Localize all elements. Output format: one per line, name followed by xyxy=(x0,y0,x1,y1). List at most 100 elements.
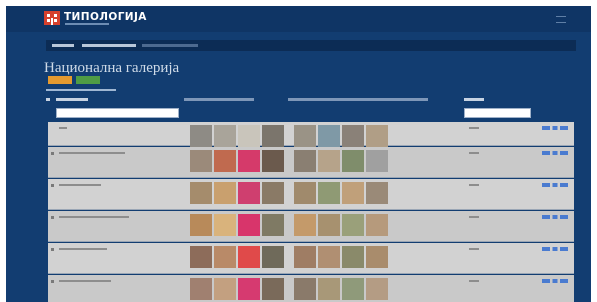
table-row[interactable] xyxy=(48,179,574,210)
building-photo-thumbnail[interactable] xyxy=(366,125,388,147)
building-photo-thumbnail[interactable] xyxy=(366,214,388,236)
building-photo-thumbnail[interactable] xyxy=(294,214,316,236)
row-number xyxy=(51,280,54,283)
building-photo-thumbnail[interactable] xyxy=(238,246,260,268)
building-photo-thumbnail[interactable] xyxy=(190,150,212,172)
building-photo-thumbnail[interactable] xyxy=(190,278,212,300)
building-photo-thumbnail[interactable] xyxy=(318,182,340,204)
building-photo-thumbnail[interactable] xyxy=(238,182,260,204)
building-photo-thumbnail[interactable] xyxy=(318,150,340,172)
building-photo-thumbnail[interactable] xyxy=(342,214,364,236)
row-action-icons[interactable] xyxy=(542,183,568,187)
building-photo-thumbnail[interactable] xyxy=(190,214,212,236)
building-photo-thumbnail[interactable] xyxy=(262,182,284,204)
row-name xyxy=(59,280,111,282)
row-number xyxy=(51,184,54,187)
building-photo-thumbnail[interactable] xyxy=(342,150,364,172)
building-photo-thumbnail[interactable] xyxy=(262,278,284,300)
building-photo-thumbnail[interactable] xyxy=(190,182,212,204)
row-value xyxy=(469,216,479,218)
building-photo-thumbnail[interactable] xyxy=(238,214,260,236)
building-photo-thumbnail[interactable] xyxy=(190,125,212,147)
building-photo-thumbnail[interactable] xyxy=(294,278,316,300)
photo-group-b xyxy=(294,214,388,236)
building-photo-thumbnail[interactable] xyxy=(262,125,284,147)
page-title: Национална галерија xyxy=(44,60,180,76)
col-header-photos-b xyxy=(288,98,428,101)
building-photo-thumbnail[interactable] xyxy=(294,125,316,147)
row-action-icons[interactable] xyxy=(542,215,568,219)
photo-group-a xyxy=(190,150,284,172)
photo-group-b xyxy=(294,246,388,268)
value-filter-input[interactable] xyxy=(464,108,531,118)
row-name xyxy=(59,248,107,250)
building-photo-thumbnail[interactable] xyxy=(366,150,388,172)
breadcrumb-current xyxy=(142,44,198,47)
row-action-icons[interactable] xyxy=(542,151,568,155)
table-row[interactable] xyxy=(48,122,574,147)
breadcrumb-typology-link[interactable] xyxy=(82,44,136,47)
row-number xyxy=(51,152,54,155)
row-value xyxy=(469,280,479,282)
building-photo-thumbnail[interactable] xyxy=(366,246,388,268)
green-action-button[interactable] xyxy=(76,76,100,84)
row-action-icons[interactable] xyxy=(542,247,568,251)
building-photo-thumbnail[interactable] xyxy=(342,278,364,300)
brand-tagline xyxy=(65,23,109,25)
building-photo-thumbnail[interactable] xyxy=(214,182,236,204)
table-row[interactable] xyxy=(48,243,574,274)
hamburger-menu-icon[interactable] xyxy=(556,16,566,23)
row-name xyxy=(59,127,67,129)
row-number xyxy=(51,216,54,219)
building-photo-thumbnail[interactable] xyxy=(238,125,260,147)
row-action-icons[interactable] xyxy=(542,279,568,283)
building-photo-thumbnail[interactable] xyxy=(366,278,388,300)
col-header-photos-a xyxy=(184,98,254,101)
building-photo-thumbnail[interactable] xyxy=(190,246,212,268)
table-row[interactable] xyxy=(48,147,574,178)
brand-name[interactable]: ТИПОЛОГИЈА xyxy=(64,11,147,23)
building-photo-thumbnail[interactable] xyxy=(262,214,284,236)
building-photo-thumbnail[interactable] xyxy=(318,125,340,147)
building-photo-thumbnail[interactable] xyxy=(214,214,236,236)
building-photo-thumbnail[interactable] xyxy=(262,150,284,172)
building-photo-thumbnail[interactable] xyxy=(238,150,260,172)
top-header-bar: ТИПОЛОГИЈА xyxy=(6,6,591,32)
row-action-icons[interactable] xyxy=(542,126,568,130)
breadcrumb-home-link[interactable] xyxy=(52,44,74,47)
building-photo-thumbnail[interactable] xyxy=(214,278,236,300)
building-photo-thumbnail[interactable] xyxy=(214,125,236,147)
building-photo-thumbnail[interactable] xyxy=(214,150,236,172)
photo-group-b xyxy=(294,182,388,204)
building-photo-thumbnail[interactable] xyxy=(294,150,316,172)
building-photo-thumbnail[interactable] xyxy=(294,182,316,204)
building-photo-thumbnail[interactable] xyxy=(342,182,364,204)
building-photo-thumbnail[interactable] xyxy=(366,182,388,204)
table-row[interactable] xyxy=(48,275,574,302)
building-photo-thumbnail[interactable] xyxy=(262,246,284,268)
col-header-name[interactable] xyxy=(56,98,88,101)
orange-action-button[interactable] xyxy=(48,76,72,84)
app-window: ТИПОЛОГИЈА Национална галерија xyxy=(6,6,591,302)
col-header-number[interactable] xyxy=(46,98,50,101)
photo-group-b xyxy=(294,278,388,300)
photo-group-a xyxy=(190,214,284,236)
building-photo-thumbnail[interactable] xyxy=(318,278,340,300)
building-photo-thumbnail[interactable] xyxy=(318,214,340,236)
row-value xyxy=(469,184,479,186)
col-header-value[interactable] xyxy=(464,98,484,101)
photo-group-a xyxy=(190,125,284,147)
building-photo-thumbnail[interactable] xyxy=(294,246,316,268)
table-row[interactable] xyxy=(48,211,574,242)
building-photo-thumbnail[interactable] xyxy=(342,246,364,268)
building-photo-thumbnail[interactable] xyxy=(318,246,340,268)
building-photo-thumbnail[interactable] xyxy=(214,246,236,268)
building-photo-thumbnail[interactable] xyxy=(342,125,364,147)
row-name xyxy=(59,152,125,154)
row-number xyxy=(51,248,54,251)
row-name xyxy=(59,216,129,218)
building-photo-thumbnail[interactable] xyxy=(238,278,260,300)
name-filter-input[interactable] xyxy=(56,108,179,118)
photo-group-b xyxy=(294,125,388,147)
building-logo-icon[interactable] xyxy=(44,11,60,25)
